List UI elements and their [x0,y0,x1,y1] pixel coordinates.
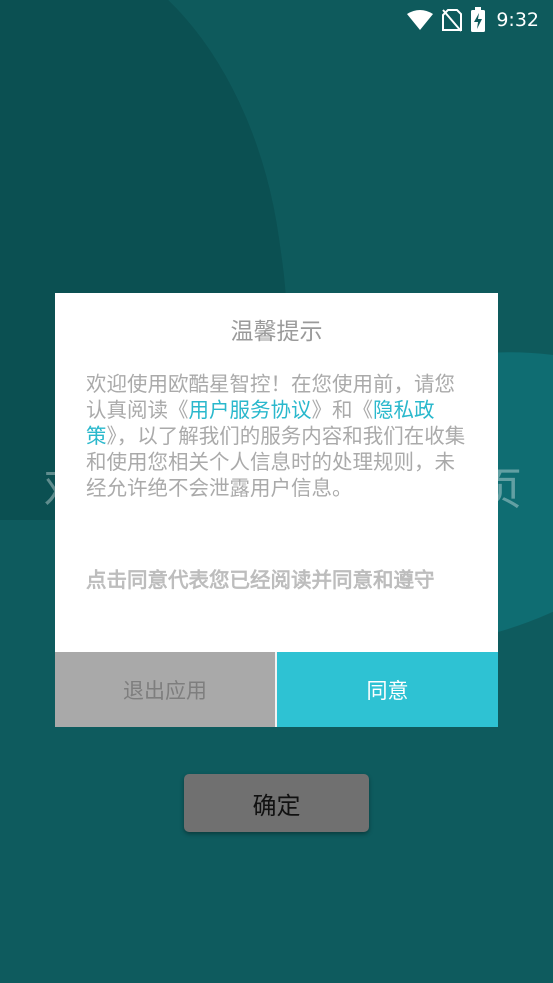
privacy-dialog: 温馨提示 欢迎使用欧酷星智控！在您使用前，请您认真阅读《用户服务协议》和《隐私政… [55,293,498,727]
confirm-button[interactable]: 确定 [184,774,369,832]
dialog-message-text: 》，以了解我们的服务内容和我们在收集和使用您相关个人信息时的处理规则，未经允许绝… [86,424,466,500]
dialog-title: 温馨提示 [230,319,323,345]
status-icons: 9:32 [406,6,539,34]
agree-button[interactable]: 同意 [277,652,498,727]
no-sim-icon [442,9,463,32]
dialog-consent-note: 点击同意代表您已经阅读并同意和遵守 [86,568,435,592]
dialog-message: 欢迎使用欧酷星智控！在您使用前，请您认真阅读《用户服务协议》和《隐私政策》，以了… [86,371,468,501]
dialog-button-bar: 退出应用 同意 [55,652,498,727]
dialog-message-text: 》和《 [311,398,374,422]
battery-charging-icon [471,7,486,32]
app-screen: 欢 页 9:32 温馨提示 欢迎使用欧酷星智控！在您使用前，请您认真阅读《用户服… [0,0,553,983]
exit-app-button[interactable]: 退出应用 [55,652,275,727]
wifi-icon [407,10,434,30]
status-bar: 9:32 [0,0,553,40]
user-agreement-link[interactable]: 用户服务协议 [189,398,312,422]
status-time: 9:32 [496,9,539,31]
